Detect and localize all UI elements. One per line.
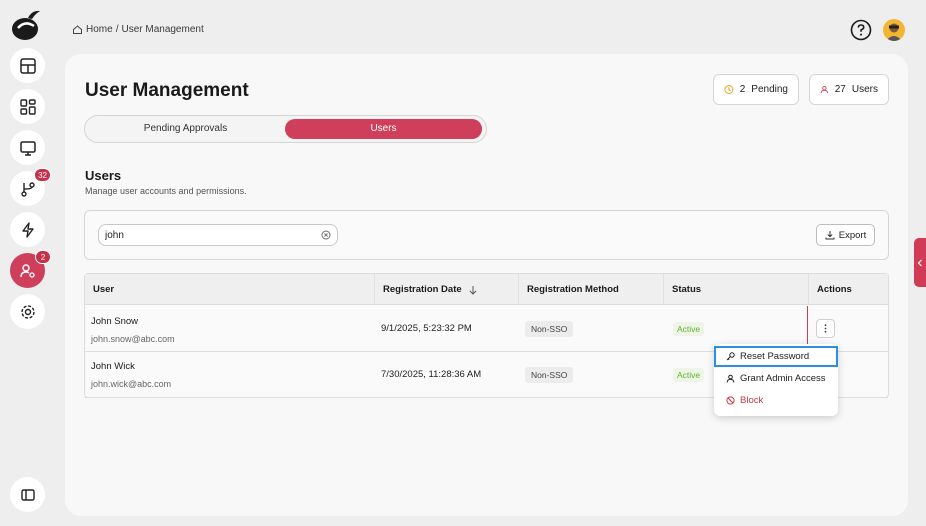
user-email: john.wick@abc.com	[91, 379, 172, 389]
users-count: 27	[834, 84, 846, 95]
search-toolbar: Export	[84, 210, 889, 260]
column-header-registration-method[interactable]: Registration Method	[519, 274, 664, 305]
avatar[interactable]	[883, 19, 905, 41]
column-header-user[interactable]: User	[85, 274, 375, 305]
monitor-icon	[19, 140, 36, 156]
column-header-status[interactable]: Status	[664, 274, 809, 305]
breadcrumb-current: User Management	[121, 24, 204, 35]
notification-badge: 32	[34, 168, 51, 182]
registration-date: 7/30/2025, 11:28:36 AM	[381, 369, 482, 380]
table-header: User Registration Date Registration Meth…	[85, 274, 888, 305]
column-header-actions: Actions	[817, 284, 852, 295]
column-header-registration-date[interactable]: Registration Date	[375, 274, 519, 305]
menu-item-block[interactable]: Block	[714, 390, 838, 411]
user-name: John Snow	[91, 316, 139, 327]
apps-nav-button[interactable]	[10, 89, 45, 124]
dashboard-icon	[19, 57, 36, 74]
users-label: Users	[851, 84, 878, 95]
tab-bar: Pending Approvals Users	[84, 115, 487, 143]
user-name: John Wick	[91, 361, 135, 372]
registration-method-badge: Non-SSO	[525, 321, 574, 337]
menu-item-grant-admin-access[interactable]: Grant Admin Access	[714, 368, 838, 389]
settings-nav-button[interactable]	[10, 294, 45, 329]
menu-item-reset-password[interactable]: Reset Password	[714, 346, 838, 367]
row-actions-button[interactable]	[816, 319, 835, 338]
export-label: Export	[838, 229, 867, 241]
apps-grid-icon	[19, 98, 36, 115]
main-card: User Management 2 Pending 27 Users Pendi…	[65, 54, 908, 516]
block-icon	[726, 396, 735, 405]
search-field[interactable]	[98, 224, 338, 246]
user-icon	[820, 85, 828, 94]
export-button[interactable]: Export	[816, 224, 875, 246]
user-settings-icon	[19, 263, 35, 278]
monitor-nav-button[interactable]	[10, 130, 45, 165]
user-management-nav-button[interactable]: 2	[10, 250, 51, 288]
dashboard-nav-button[interactable]	[10, 48, 45, 83]
side-panel-toggle[interactable]	[914, 238, 926, 287]
app-logo[interactable]	[10, 8, 42, 42]
breadcrumb-home[interactable]: Home	[86, 24, 113, 35]
status-badge: Active	[673, 322, 705, 336]
download-icon	[825, 231, 835, 240]
sort-down-icon[interactable]	[468, 285, 478, 295]
clear-icon[interactable]	[321, 230, 331, 240]
notification-badge: 2	[35, 250, 51, 264]
pending-count: 2	[739, 84, 746, 95]
sidebar-collapse-icon	[20, 488, 35, 501]
branch-icon	[20, 181, 35, 197]
help-icon[interactable]	[850, 19, 872, 41]
breadcrumb-separator: /	[115, 24, 119, 35]
page-title: User Management	[85, 80, 249, 101]
lightning-icon	[21, 221, 34, 238]
row-actions-menu: Reset Password Grant Admin Access Block	[714, 344, 838, 416]
pending-count-pill[interactable]: 2 Pending	[713, 74, 799, 105]
gear-icon	[20, 304, 35, 319]
breadcrumb: Home / User Management	[72, 24, 204, 35]
registration-date: 9/1/2025, 5:23:32 PM	[381, 323, 472, 334]
branch-nav-button[interactable]: 32	[10, 168, 51, 206]
search-input[interactable]	[105, 228, 315, 242]
user-email: john.snow@abc.com	[91, 334, 175, 344]
clock-icon	[724, 85, 734, 94]
section-title: Users	[85, 168, 122, 183]
section-subtitle: Manage user accounts and permissions.	[85, 186, 247, 196]
more-vertical-icon	[824, 324, 827, 333]
tab-users[interactable]: Users	[285, 119, 482, 139]
pending-label: Pending	[751, 84, 788, 95]
tab-pending-approvals[interactable]: Pending Approvals	[88, 119, 283, 139]
registration-method-badge: Non-SSO	[525, 367, 574, 383]
sidebar: 32 2	[0, 0, 52, 526]
key-icon	[726, 352, 735, 361]
automation-nav-button[interactable]	[10, 212, 45, 247]
chevron-left-icon	[917, 259, 922, 266]
user-icon	[726, 374, 735, 383]
users-count-pill[interactable]: 27 Users	[809, 74, 889, 105]
sidebar-collapse-button[interactable]	[10, 477, 45, 512]
home-icon[interactable]	[72, 24, 83, 35]
status-badge: Active	[673, 368, 705, 382]
